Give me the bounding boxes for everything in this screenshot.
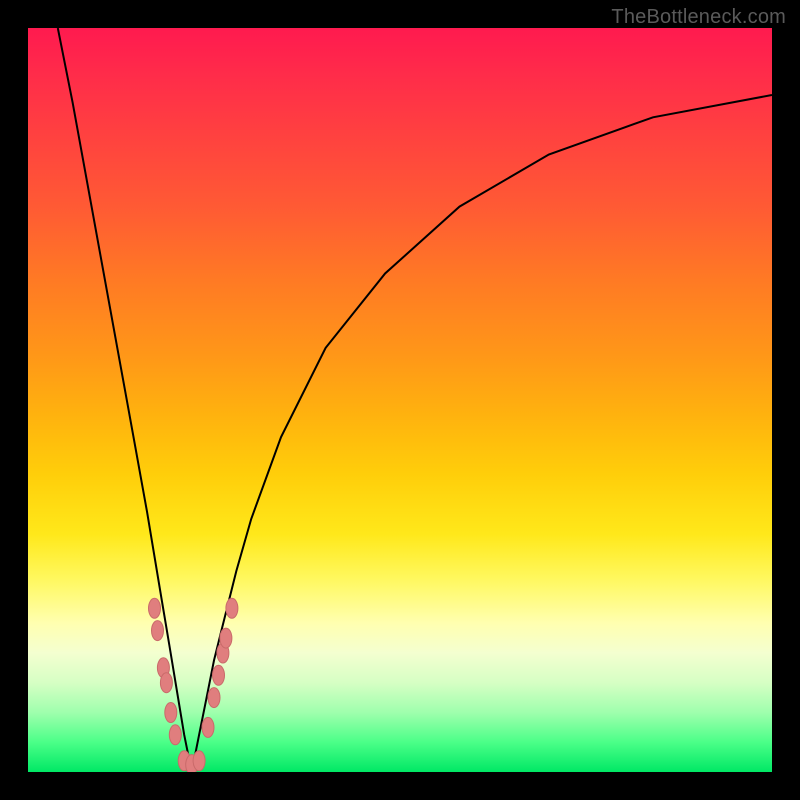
sample-marker: [169, 725, 181, 745]
watermark-text: TheBottleneck.com: [611, 6, 786, 29]
sample-marker: [213, 665, 225, 685]
sample-marker: [226, 598, 238, 618]
chart-svg: [28, 28, 772, 772]
sample-marker: [220, 628, 232, 648]
sample-marker: [202, 717, 214, 737]
sample-marker: [160, 673, 172, 693]
chart-frame: TheBottleneck.com: [0, 0, 800, 800]
sample-marker: [208, 688, 220, 708]
sample-marker: [152, 621, 164, 641]
sample-markers-group: [149, 598, 238, 772]
sample-marker: [165, 703, 177, 723]
plot-area: [28, 28, 772, 772]
sample-marker: [149, 598, 161, 618]
sample-marker: [193, 751, 205, 771]
